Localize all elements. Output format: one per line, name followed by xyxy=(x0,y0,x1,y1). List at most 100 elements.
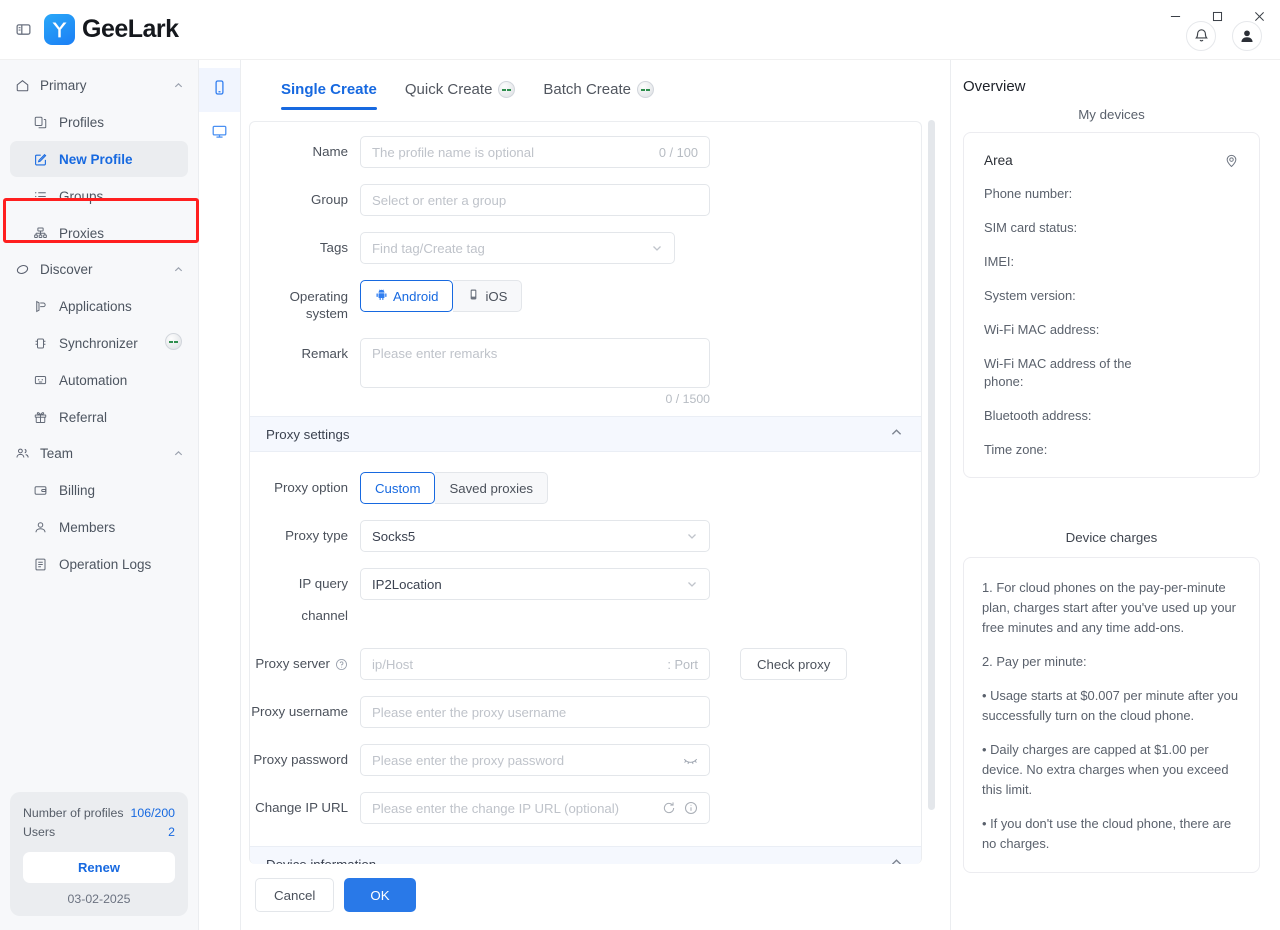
window-controls xyxy=(1154,0,1280,32)
plan-profiles-row: Number of profiles 106/200 xyxy=(23,804,175,823)
body: Primary Profiles New Profile Groups Prox… xyxy=(0,60,1280,930)
field-control: IP2Location xyxy=(360,568,710,600)
sidebar-group-primary[interactable]: Primary xyxy=(0,68,198,103)
geelark-logo-icon xyxy=(44,14,75,45)
create-profile-form: Name The profile name is optional 0 / 10… xyxy=(249,121,922,864)
sidebar-item-proxies[interactable]: Proxies xyxy=(10,215,188,251)
members-icon xyxy=(32,519,48,535)
tab-label: Batch Create xyxy=(543,80,631,98)
tags-select-placeholder: Find tag/Create tag xyxy=(372,240,485,256)
proxy-username-input[interactable]: Please enter the proxy username xyxy=(360,696,710,728)
field-tags: Tags Find tag/Create tag xyxy=(250,232,921,264)
sidebar-item-groups[interactable]: Groups xyxy=(10,178,188,214)
os-option-ios[interactable]: iOS xyxy=(453,280,523,312)
chevron-down-icon[interactable] xyxy=(686,578,698,590)
sidebar-group-team[interactable]: Team xyxy=(0,436,198,471)
referral-icon xyxy=(32,409,48,425)
plan-profiles-value: 106/200 xyxy=(130,806,175,820)
desktop-icon xyxy=(211,123,228,145)
field-control: Please enter the change IP URL (optional… xyxy=(360,792,710,824)
tab-quick-create[interactable]: Quick Create xyxy=(405,80,516,110)
device-area-row: Area xyxy=(984,153,1239,168)
tab-batch-create[interactable]: Batch Create xyxy=(543,80,654,110)
tab-single-create[interactable]: Single Create xyxy=(281,81,377,110)
proxy-server-host-placeholder: ip/Host xyxy=(372,656,414,672)
cancel-button[interactable]: Cancel xyxy=(255,878,335,912)
batch-create-badge xyxy=(636,80,654,98)
window-close-button[interactable] xyxy=(1238,0,1280,32)
field-label-text: Proxy server xyxy=(255,656,330,671)
sidebar-group-label: Discover xyxy=(40,262,93,277)
field-label: Proxy type xyxy=(285,528,348,543)
name-input[interactable]: The profile name is optional 0 / 100 xyxy=(360,136,710,168)
sidebar-item-label: New Profile xyxy=(59,151,133,167)
ip-query-channel-select[interactable]: IP2Location xyxy=(360,568,710,600)
check-proxy-button[interactable]: Check proxy xyxy=(740,648,848,680)
synchronizer-badge xyxy=(165,333,182,353)
change-ip-url-placeholder: Please enter the change IP URL (optional… xyxy=(372,800,620,816)
sidebar-item-members[interactable]: Members xyxy=(10,509,188,545)
sidebar-item-operation-logs[interactable]: Operation Logs xyxy=(10,546,188,582)
proxy-server-input[interactable]: ip/Host : Port xyxy=(360,648,710,680)
my-devices-subtitle: My devices xyxy=(1078,107,1145,122)
os-option-android[interactable]: Android xyxy=(360,280,454,312)
rail-item-desktop[interactable] xyxy=(199,112,240,156)
chevron-down-icon[interactable] xyxy=(651,242,663,254)
info-circle-icon[interactable] xyxy=(684,801,698,815)
field-proxy-username: Proxy username Please enter the proxy us… xyxy=(250,696,921,728)
sidebar-item-synchronizer[interactable]: Synchronizer xyxy=(10,325,188,361)
section-header-proxy-settings[interactable]: Proxy settings xyxy=(250,416,921,452)
chevron-up-icon xyxy=(173,448,184,459)
field-group: Group Select or enter a group xyxy=(250,184,921,216)
proxy-option-segmented-control: Custom Saved proxies xyxy=(360,472,549,504)
form-scrollbar-thumb[interactable] xyxy=(928,120,935,810)
change-ip-url-input[interactable]: Please enter the change IP URL (optional… xyxy=(360,792,710,824)
sidebar-item-referral[interactable]: Referral xyxy=(10,399,188,435)
title-bar-left: GeeLark xyxy=(0,14,179,45)
field-proxy-password: Proxy password Please enter the proxy pa… xyxy=(250,744,921,776)
location-pin-icon[interactable] xyxy=(1224,153,1239,168)
groups-icon xyxy=(32,188,48,204)
field-label: Operating system xyxy=(289,289,348,321)
remark-textarea[interactable]: Please enter remarks xyxy=(360,338,710,388)
proxy-type-select[interactable]: Socks5 xyxy=(360,520,710,552)
window-minimize-button[interactable] xyxy=(1154,0,1196,32)
sidebar-toggle-icon[interactable] xyxy=(14,21,32,39)
proxy-option-custom[interactable]: Custom xyxy=(360,472,436,504)
chevron-up-icon[interactable] xyxy=(890,426,903,442)
eye-closed-icon[interactable] xyxy=(683,754,698,767)
proxy-type-value: Socks5 xyxy=(372,528,416,544)
device-field-phone-number: Phone number: xyxy=(984,186,1073,201)
chevron-down-icon[interactable] xyxy=(686,530,698,542)
quick-create-badge xyxy=(498,80,516,98)
sidebar-item-applications[interactable]: Applications xyxy=(10,288,188,324)
renew-button[interactable]: Renew xyxy=(23,852,175,883)
sidebar: Primary Profiles New Profile Groups Prox… xyxy=(0,60,199,930)
sidebar-item-automation[interactable]: Automation xyxy=(10,362,188,398)
sidebar-item-billing[interactable]: Billing xyxy=(10,472,188,508)
main-content: Single Create Quick Create Batch Create xyxy=(241,60,950,930)
ok-button[interactable]: OK xyxy=(344,878,416,912)
field-label: Change IP URL xyxy=(255,800,348,815)
home-icon xyxy=(14,78,30,94)
field-name: Name The profile name is optional 0 / 10… xyxy=(250,136,921,168)
window-maximize-button[interactable] xyxy=(1196,0,1238,32)
refresh-icon[interactable] xyxy=(662,801,676,815)
sidebar-group-discover[interactable]: Discover xyxy=(0,252,198,287)
synchronizer-icon xyxy=(32,335,48,351)
tags-select[interactable]: Find tag/Create tag xyxy=(360,232,675,264)
field-control: Socks5 xyxy=(360,520,710,552)
brand-logo[interactable]: GeeLark xyxy=(44,14,179,45)
section-header-device-information[interactable]: Device information xyxy=(250,846,921,864)
sidebar-item-label: Operation Logs xyxy=(59,556,152,572)
chevron-up-icon[interactable] xyxy=(890,856,903,864)
field-change-ip-url: Change IP URL Please enter the change IP… xyxy=(250,792,921,824)
proxy-option-saved-proxies[interactable]: Saved proxies xyxy=(435,472,549,504)
group-input[interactable]: Select or enter a group xyxy=(360,184,710,216)
charges-paragraph: • If you don't use the cloud phone, ther… xyxy=(982,816,1232,851)
sidebar-item-new-profile[interactable]: New Profile xyxy=(10,141,188,177)
proxy-password-input[interactable]: Please enter the proxy password xyxy=(360,744,710,776)
sidebar-item-profiles[interactable]: Profiles xyxy=(10,104,188,140)
question-circle-icon[interactable] xyxy=(335,658,348,671)
rail-item-phone[interactable] xyxy=(199,68,240,112)
